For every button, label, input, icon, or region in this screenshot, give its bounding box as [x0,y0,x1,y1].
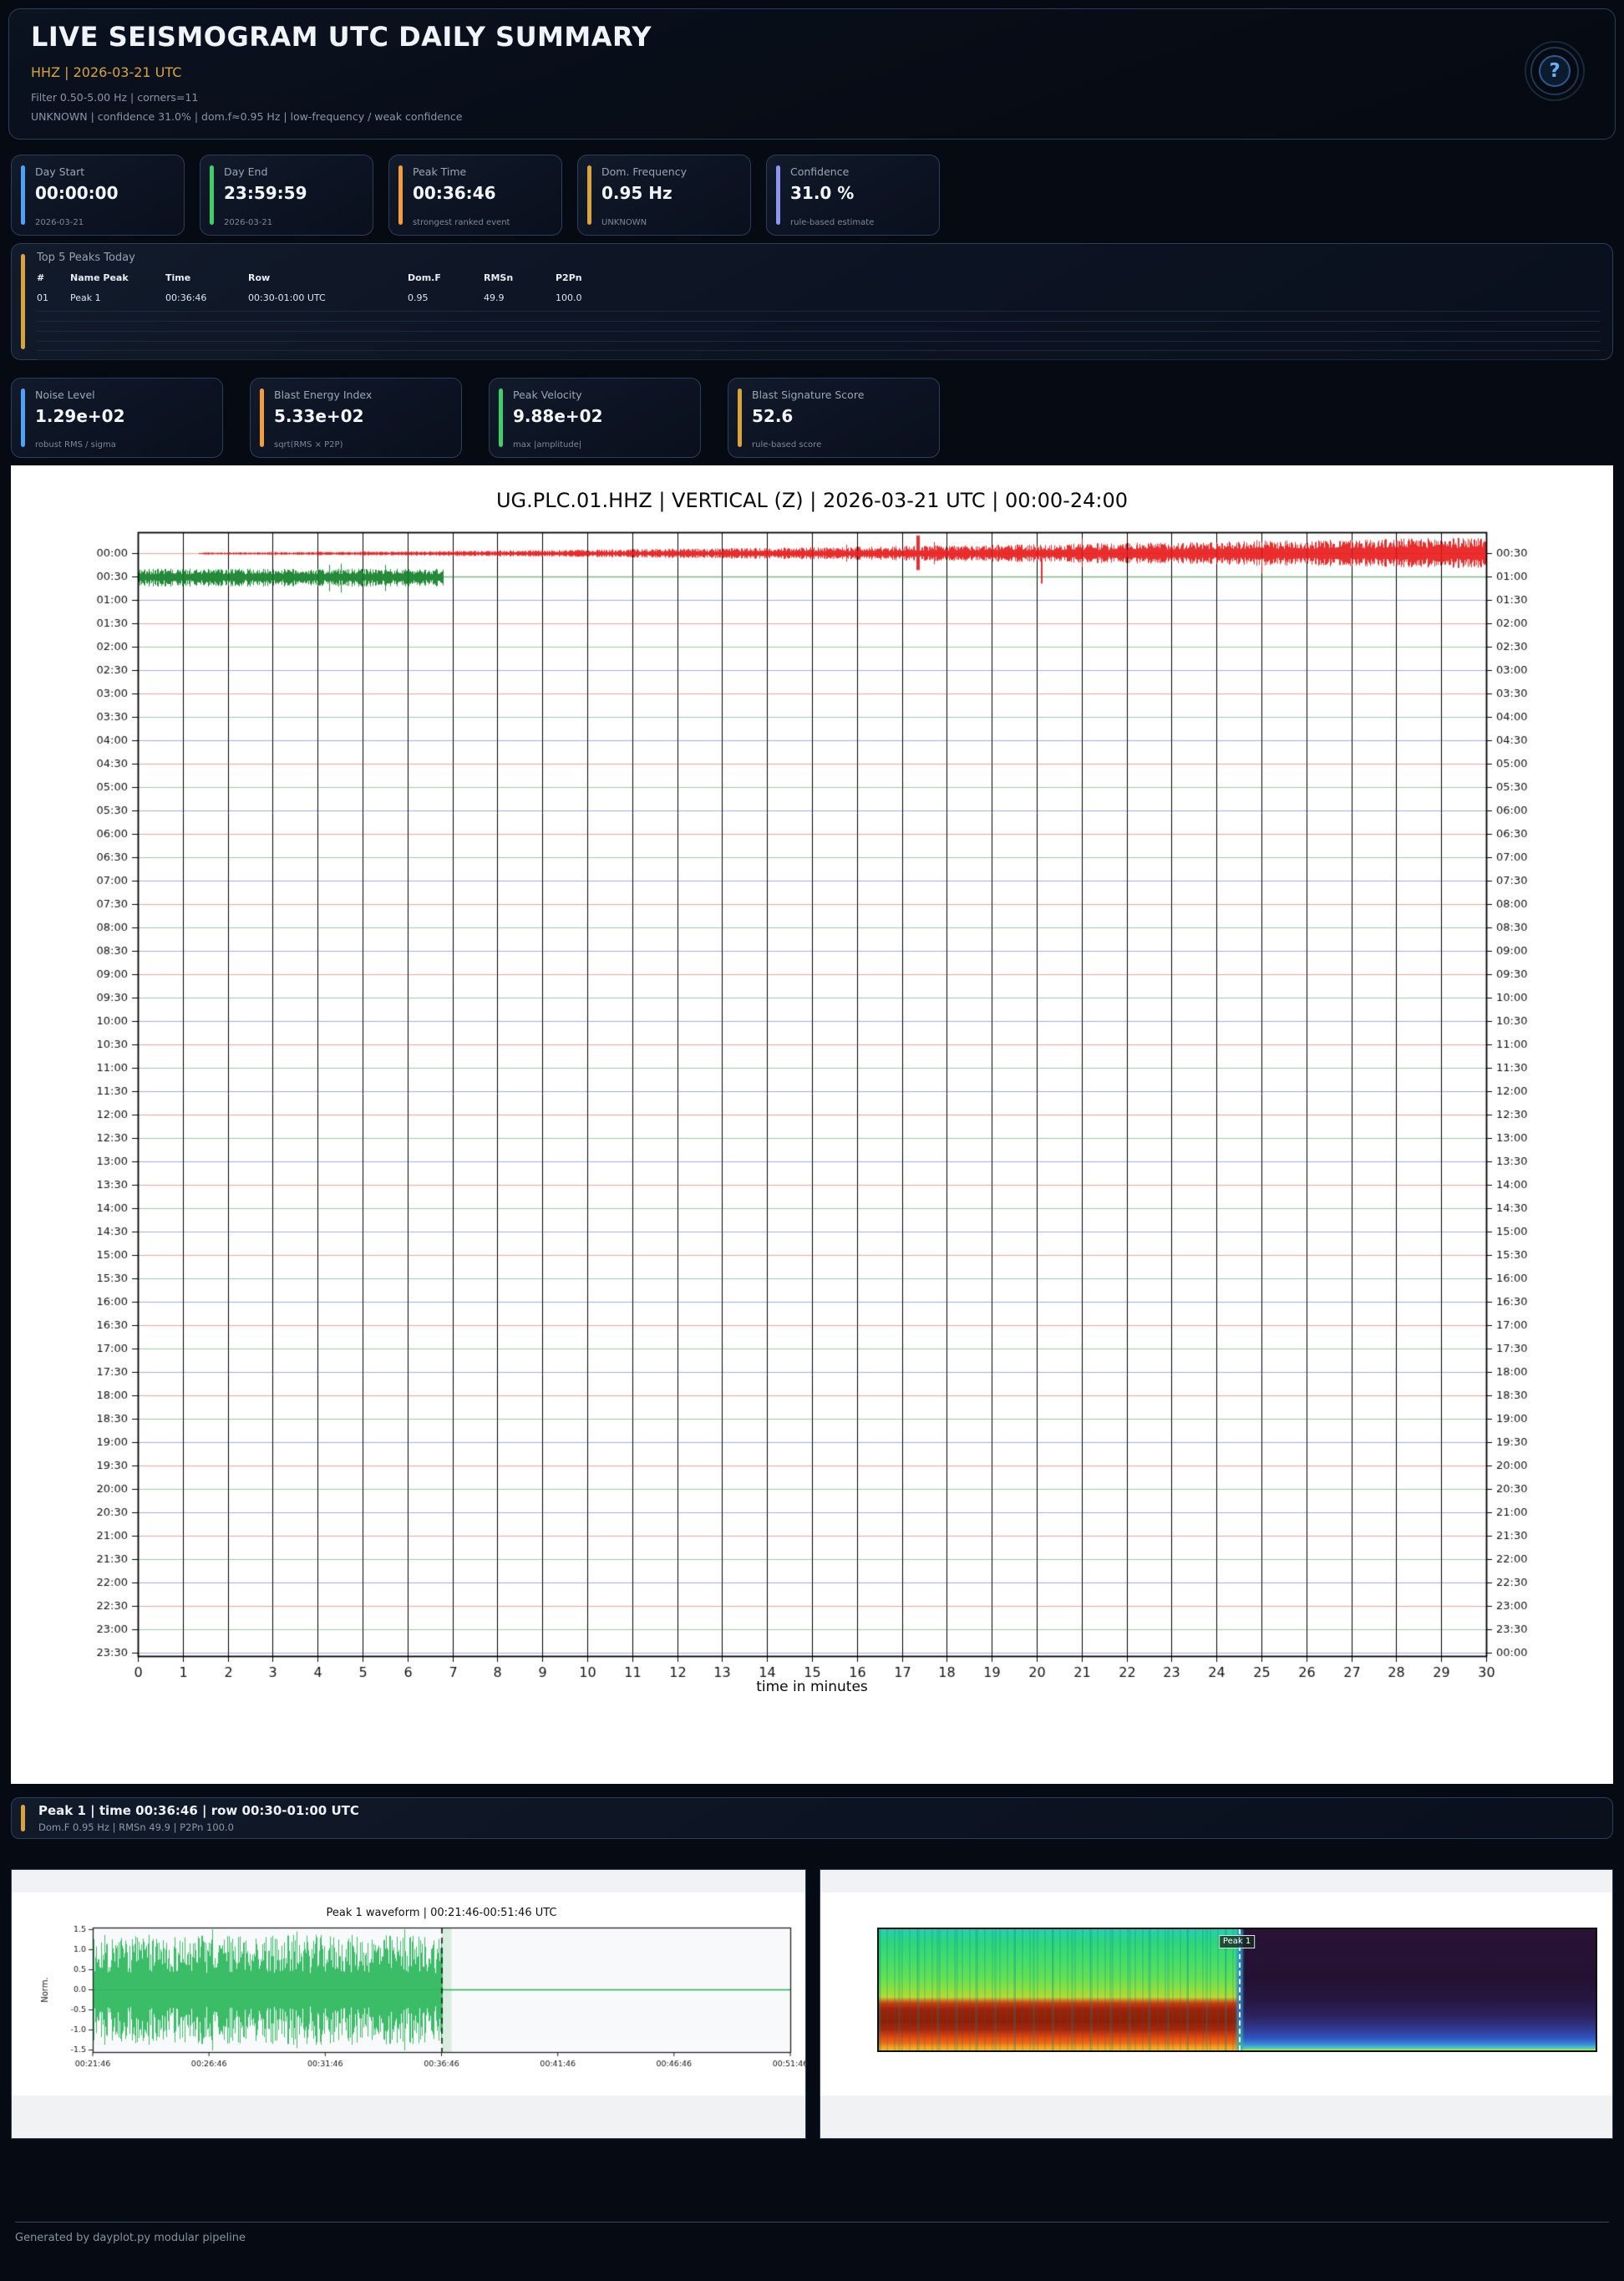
table-row-divider [37,311,1601,312]
table-row-divider [37,321,1601,322]
stat-label: Day Start [35,165,84,178]
footer-divider [15,2222,1609,2223]
status-info: UNKNOWN | confidence 31.0% | dom.f≈0.95 … [31,110,462,123]
stat-note: robust RMS / sigma [35,440,116,450]
stat-note: 2026-03-21 [224,218,272,227]
table-row-divider [37,341,1601,342]
header-card: LIVE SEISMOGRAM UTC DAILY SUMMARY HHZ | … [8,8,1616,140]
peak-banner-subtitle: Dom.F 0.95 Hz | RMSn 49.9 | P2Pn 100.0 [38,1821,234,1833]
table-cell: 00:30-01:00 UTC [248,292,408,303]
stat-value: 9.88e+02 [513,406,603,426]
table-row-divider [37,359,1601,360]
stat-card-peak-velocity: Peak Velocity 9.88e+02 max |amplitude| [489,378,701,458]
stat-value: 23:59:59 [224,183,307,203]
stat-card-day-end: Day End 23:59:59 2026-03-21 [200,155,373,236]
column-header: Time [165,272,248,283]
stat-value: 00:36:46 [413,183,496,203]
table-cell: 49.9 [484,292,556,303]
stat-card-blast-energy-index: Blast Energy Index 5.33e+02 sqrt(RMS × P2P… [250,378,462,458]
stat-label: Noise Level [35,389,95,401]
spectrogram-panel: Peak 1 [820,1869,1613,2139]
stat-card-peak-time: Peak Time 00:36:46 strongest ranked event [388,155,562,236]
stat-accent-bar [210,165,214,225]
stat-note: strongest ranked event [413,218,510,227]
column-header: Name Peak [70,272,165,283]
column-header: Row [248,272,408,283]
column-header: Dom.F [408,272,484,283]
spectrogram-event-region [879,1929,1239,2050]
spectrogram-quiet-region [1239,1929,1596,2050]
stat-note: 2026-03-21 [35,218,84,227]
peak-marker-label: Peak 1 [1219,1935,1255,1948]
stat-accent-bar [398,165,403,225]
stat-card-day-start: Day Start 00:00:00 2026-03-21 [11,155,185,236]
peak-banner: Peak 1 | time 00:36:46 | row 00:30-01:00… [11,1797,1613,1839]
stat-accent-bar [21,165,25,225]
table-cell: 01 [37,292,70,303]
dayplot-title: UG.PLC.01.HHZ | VERTICAL (Z) | 2026-03-2… [11,489,1613,512]
column-header: P2Pn [556,272,1596,283]
table-row-divider [37,331,1601,332]
stat-label: Peak Time [413,165,466,178]
stat-accent-bar [776,165,780,225]
dayplot-xlabel: time in minutes [11,1679,1613,1695]
table-row-divider [37,350,1601,351]
table-accent-bar [21,254,25,349]
page-subtitle: HHZ | 2026-03-21 UTC [31,64,181,80]
stat-label: Dom. Frequency [601,165,687,178]
table-cell: 100.0 [556,292,1596,303]
stat-label: Day End [224,165,267,178]
spectrogram-image: Peak 1 [877,1928,1597,2052]
stat-value: 52.6 [752,406,793,426]
waveform-title: Peak 1 waveform | 00:21:46-00:51:46 UTC [93,1907,790,1919]
waveform-panel: Peak 1 waveform | 00:21:46-00:51:46 UTC [11,1869,806,2139]
stat-value: 00:00:00 [35,183,119,203]
banner-accent-bar [21,1805,25,1831]
table-cell: Peak 1 [70,292,165,303]
table-cell: 00:36:46 [165,292,248,303]
stat-accent-bar [499,389,503,447]
stat-note: sqrt(RMS × P2P) [274,440,343,450]
stat-label: Confidence [790,165,849,178]
footer-text: Generated by dayplot.py modular pipeline [15,2232,246,2244]
stat-accent-bar [21,389,25,447]
stat-label: Blast Energy Index [274,389,372,401]
stat-note: rule-based score [752,440,821,450]
dayplot-canvas [11,465,1613,1784]
stat-accent-bar [260,389,264,447]
table-row[interactable]: 01Peak 100:36:4600:30-01:00 UTC0.9549.91… [37,292,1596,303]
page-title: LIVE SEISMOGRAM UTC DAILY SUMMARY [31,21,652,53]
filter-info: Filter 0.50-5.00 Hz | corners=11 [31,91,198,104]
peaks-table-title: Top 5 Peaks Today [37,251,135,264]
stat-value: 0.95 Hz [601,183,672,203]
help-icon[interactable]: ? [1523,39,1586,103]
stat-card-blast-signature-score: Blast Signature Score 52.6 rule-based scor… [728,378,940,458]
stat-accent-bar [738,389,742,447]
peak-banner-title: Peak 1 | time 00:36:46 | row 00:30-01:00… [38,1803,359,1818]
stat-note: rule-based estimate [790,218,874,227]
stat-note: max |amplitude| [513,440,581,450]
stat-accent-bar [587,165,591,225]
stat-label: Blast Signature Score [752,389,864,401]
stat-value: 5.33e+02 [274,406,364,426]
stat-card-dom-frequency: Dom. Frequency 0.95 Hz UNKNOWN [577,155,751,236]
stat-card-confidence: Confidence 31.0 % rule-based estimate [766,155,940,236]
column-header: RMSn [484,272,556,283]
question-mark-icon: ? [1539,55,1571,87]
stat-note: UNKNOWN [601,218,647,227]
peaks-table-card: Top 5 Peaks Today #Name PeakTimeRowDom.F… [11,243,1613,360]
stat-value: 31.0 % [790,183,854,203]
column-header: # [37,272,70,283]
stat-card-noise-level: Noise Level 1.29e+02 robust RMS / sigma [11,378,223,458]
table-cell: 0.95 [408,292,484,303]
stat-value: 1.29e+02 [35,406,125,426]
stat-label: Peak Velocity [513,389,582,401]
peaks-table-header: #Name PeakTimeRowDom.FRMSnP2Pn [37,272,1596,283]
dayplot-figure: UG.PLC.01.HHZ | VERTICAL (Z) | 2026-03-2… [11,465,1613,1784]
